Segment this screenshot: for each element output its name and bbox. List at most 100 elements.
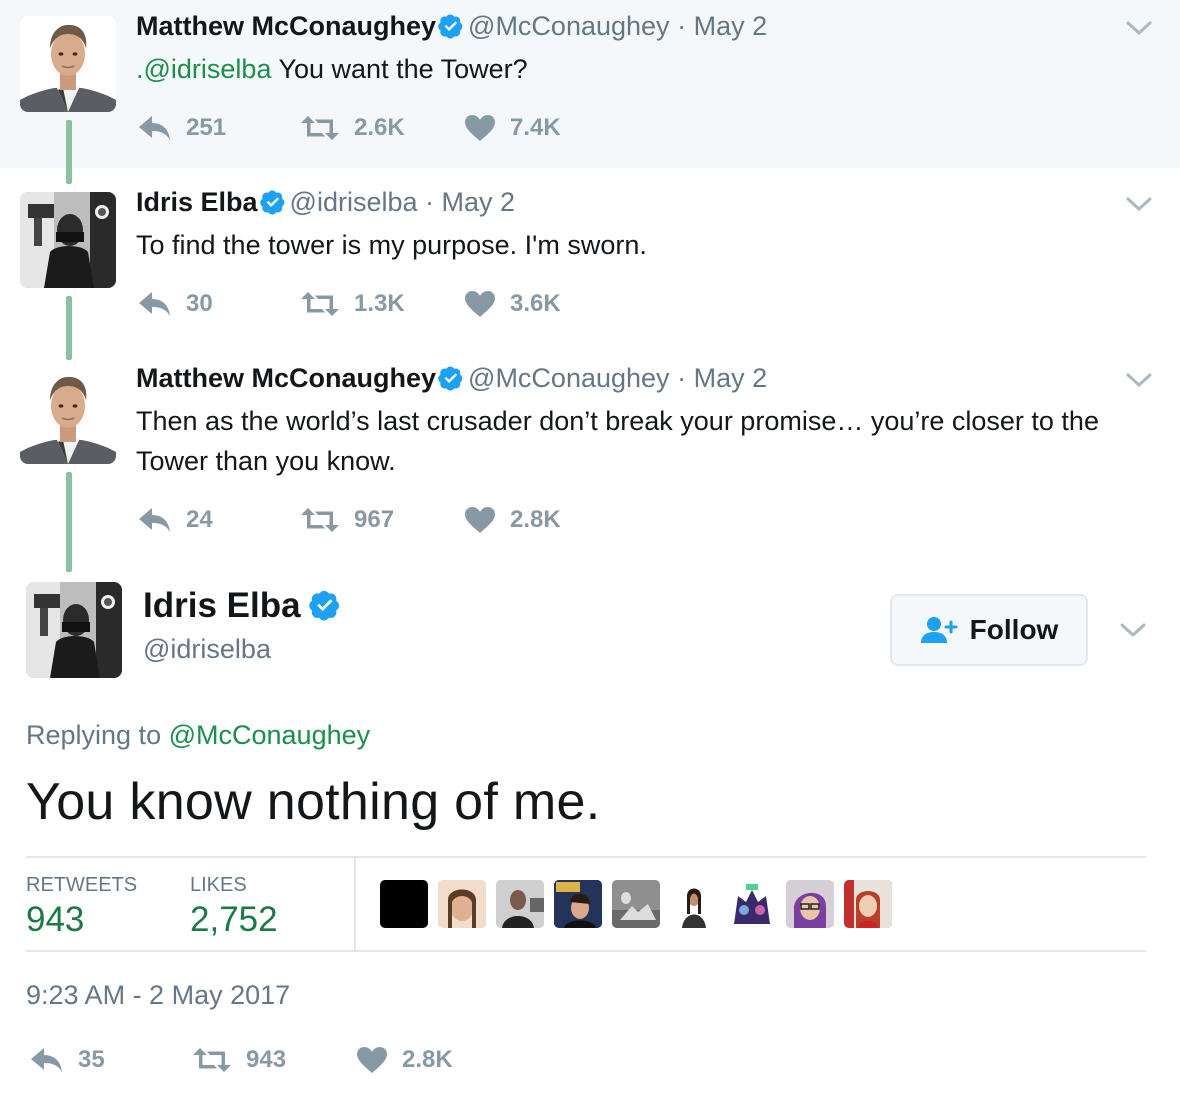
like-button[interactable]: 2.8K — [464, 506, 561, 534]
author-handle[interactable]: @McConaughey — [468, 11, 670, 41]
tweet-date[interactable]: May 2 — [442, 187, 516, 217]
tweet-text-line: Tower than you know. — [136, 446, 396, 476]
liker-avatar[interactable] — [612, 880, 660, 928]
thread-connector — [66, 472, 72, 572]
reply-button[interactable]: 24 — [138, 506, 213, 534]
main-author-name-text: Idris Elba — [143, 586, 301, 625]
likes-value: 2,752 — [190, 900, 278, 939]
heart-icon — [464, 506, 496, 534]
liker-avatar[interactable] — [844, 880, 892, 928]
liker-avatar[interactable] — [438, 880, 486, 928]
main-avatar[interactable] — [26, 582, 122, 678]
liker-avatar[interactable] — [670, 880, 718, 928]
separator: · — [677, 11, 687, 41]
liker-avatar[interactable] — [554, 880, 602, 928]
thread-tweet-3[interactable]: Matthew McConaughey @McConaughey · May 2 … — [0, 344, 1180, 564]
tweet-header: Matthew McConaughey @McConaughey · May 2 — [136, 11, 767, 42]
main-author-handle[interactable]: @idriselba — [143, 634, 271, 665]
retweet-button[interactable]: 967 — [300, 506, 394, 534]
liker-avatar[interactable] — [496, 880, 544, 928]
replying-to-link[interactable]: @McConaughey — [169, 720, 371, 750]
tweet-date[interactable]: May 2 — [694, 11, 768, 41]
retweet-icon — [300, 115, 340, 141]
like-button[interactable]: 3.6K — [464, 290, 561, 318]
reply-button[interactable]: 30 — [138, 290, 213, 318]
reply-icon — [138, 114, 172, 142]
retweet-icon — [300, 507, 340, 533]
avatar[interactable] — [20, 192, 116, 288]
retweet-count: 2.6K — [354, 114, 405, 141]
liker-avatar[interactable] — [728, 880, 776, 928]
author-name[interactable]: Idris Elba — [136, 187, 258, 217]
like-count: 2.8K — [510, 506, 561, 533]
separator: · — [425, 187, 435, 217]
tweet-text-body: You want the Tower? — [271, 54, 528, 84]
retweets-label: RETWEETS — [26, 874, 138, 896]
chevron-down-icon[interactable] — [1126, 196, 1152, 212]
retweet-button[interactable]: 1.3K — [300, 290, 405, 318]
like-count: 7.4K — [510, 114, 561, 141]
author-handle[interactable]: @idriselba — [290, 187, 418, 217]
tweet-text: .@idriselba You want the Tower? — [136, 49, 1156, 89]
retweet-count: 1.3K — [354, 290, 405, 317]
retweet-icon — [192, 1047, 232, 1073]
reply-icon — [138, 290, 172, 318]
retweet-button[interactable]: 2.6K — [300, 114, 405, 142]
avatar[interactable] — [20, 16, 116, 112]
follow-button[interactable]: Follow — [890, 594, 1088, 666]
tweet-text: Then as the world’s last crusader don’t … — [136, 401, 1156, 481]
mention-link[interactable]: .@idriselba — [136, 54, 271, 84]
retweet-count: 943 — [246, 1046, 287, 1073]
heart-icon — [356, 1046, 388, 1074]
thread-tweet-2[interactable]: Idris Elba @idriselba · May 2 To find the… — [0, 168, 1180, 344]
verified-badge-icon — [438, 13, 464, 39]
liker-avatar[interactable] — [380, 880, 428, 928]
reply-icon — [30, 1046, 64, 1074]
main-tweet-text: You know nothing of me. — [26, 773, 601, 831]
reply-count: 24 — [186, 506, 213, 533]
main-author-name[interactable]: Idris Elba — [143, 586, 345, 626]
heart-icon — [464, 290, 496, 318]
chevron-down-icon[interactable] — [1126, 20, 1152, 36]
retweet-icon — [300, 291, 340, 317]
replying-prefix: Replying to — [26, 720, 162, 750]
chevron-down-icon[interactable] — [1120, 622, 1146, 638]
verified-badge-icon — [309, 589, 341, 621]
tweet-text-line: Then as the world’s last crusader don’t … — [136, 406, 1099, 436]
tweet-stats: RETWEETS 943 LIKES 2,752 — [26, 856, 1146, 952]
author-name[interactable]: Matthew McConaughey — [136, 363, 436, 393]
verified-badge-icon — [438, 365, 464, 391]
like-button[interactable]: 7.4K — [464, 114, 561, 142]
like-button[interactable]: 2.8K — [356, 1046, 453, 1074]
like-count: 2.8K — [402, 1046, 453, 1073]
separator: · — [677, 363, 687, 393]
replying-to: Replying to @McConaughey — [26, 720, 370, 751]
author-handle[interactable]: @McConaughey — [468, 363, 670, 393]
reply-button[interactable]: 35 — [30, 1046, 105, 1074]
tweet-header: Matthew McConaughey @McConaughey · May 2 — [136, 363, 767, 394]
reply-button[interactable]: 251 — [138, 114, 226, 142]
like-count: 3.6K — [510, 290, 561, 317]
stats-divider — [354, 858, 356, 950]
chevron-down-icon[interactable] — [1126, 372, 1152, 388]
reply-icon — [138, 506, 172, 534]
reply-count: 251 — [186, 114, 227, 141]
tweet-header: Idris Elba @idriselba · May 2 — [136, 187, 515, 218]
tweet-timestamp[interactable]: 9:23 AM - 2 May 2017 — [26, 980, 290, 1011]
verified-badge-icon — [260, 189, 286, 215]
reply-count: 30 — [186, 290, 213, 317]
tweet-date[interactable]: May 2 — [694, 363, 768, 393]
retweet-button[interactable]: 943 — [192, 1046, 286, 1074]
reply-count: 35 — [78, 1046, 105, 1073]
likes-label: LIKES — [190, 874, 247, 896]
follow-label: Follow — [969, 614, 1059, 645]
avatar[interactable] — [20, 368, 116, 464]
thread-tweet-1[interactable]: Matthew McConaughey @McConaughey · May 2 … — [0, 0, 1180, 168]
heart-icon — [464, 114, 496, 142]
liker-avatar[interactable] — [786, 880, 834, 928]
tweet-text: To find the tower is my purpose. I'm swo… — [136, 230, 647, 260]
retweets-value: 943 — [26, 900, 85, 939]
follow-person-icon — [920, 617, 958, 643]
author-name[interactable]: Matthew McConaughey — [136, 11, 436, 41]
retweet-count: 967 — [354, 506, 395, 533]
